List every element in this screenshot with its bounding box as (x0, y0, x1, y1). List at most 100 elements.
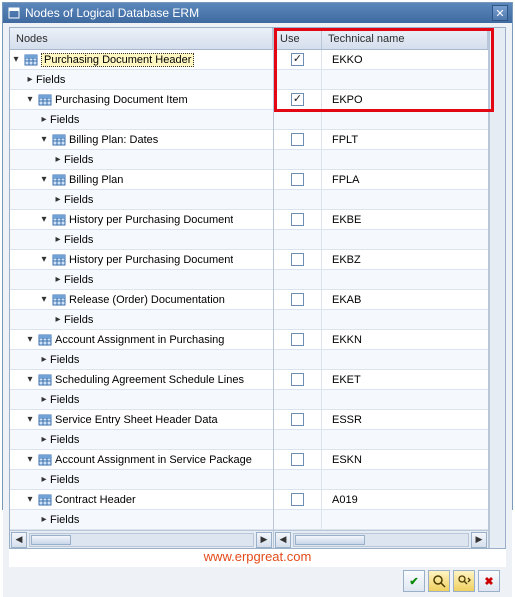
tree-row[interactable]: ▸Fields (10, 270, 273, 290)
node-label[interactable]: Fields (36, 74, 65, 86)
expand-icon[interactable]: ▸ (52, 274, 64, 286)
collapse-icon[interactable]: ▾ (24, 374, 36, 386)
collapse-icon[interactable]: ▾ (24, 454, 36, 466)
node-label[interactable]: Fields (64, 274, 93, 286)
tree-row[interactable]: ▸Fields (10, 310, 273, 330)
hscrollbar-right[interactable]: ◀ ▶ (274, 530, 488, 548)
collapse-icon[interactable]: ▾ (38, 254, 50, 266)
expand-icon[interactable]: ▸ (52, 194, 64, 206)
tree-row[interactable]: ▸Fields (10, 510, 273, 530)
node-label[interactable]: Fields (50, 474, 79, 486)
column-header-nodes[interactable]: Nodes (10, 28, 273, 49)
node-label[interactable]: Fields (50, 434, 79, 446)
node-label[interactable]: Fields (64, 154, 93, 166)
vscrollbar[interactable] (489, 28, 505, 548)
tree-row[interactable]: ▸Fields (10, 110, 273, 130)
tree-row[interactable]: ▾ Account Assignment in Service Package (10, 450, 273, 470)
tree-row[interactable]: ▾ Service Entry Sheet Header Data (10, 410, 273, 430)
collapse-icon[interactable]: ▾ (38, 214, 50, 226)
scroll-track[interactable] (29, 533, 254, 547)
collapse-icon[interactable]: ▾ (38, 134, 50, 146)
use-checkbox[interactable] (291, 493, 304, 506)
scroll-thumb[interactable] (295, 535, 365, 545)
node-label[interactable]: Account Assignment in Purchasing (55, 334, 224, 346)
use-checkbox[interactable] (291, 133, 304, 146)
expand-icon[interactable]: ▸ (52, 314, 64, 326)
expand-icon[interactable]: ▸ (52, 234, 64, 246)
accept-button[interactable]: ✔ (403, 570, 425, 592)
node-label[interactable]: History per Purchasing Document (69, 254, 233, 266)
node-label[interactable]: Billing Plan: Dates (69, 134, 158, 146)
scroll-track[interactable] (293, 533, 469, 547)
tree-row[interactable]: ▾ Contract Header (10, 490, 273, 510)
use-checkbox[interactable] (291, 293, 304, 306)
node-label[interactable]: Fields (50, 114, 79, 126)
expand-icon[interactable]: ▸ (38, 474, 50, 486)
column-header-tech[interactable]: Technical name (322, 28, 488, 49)
use-checkbox[interactable] (291, 373, 304, 386)
node-label[interactable]: Fields (50, 514, 79, 526)
tree-row[interactable]: ▾ Purchasing Document Header (10, 50, 273, 70)
tree-row[interactable]: ▾ Release (Order) Documentation (10, 290, 273, 310)
tree-row[interactable]: ▸Fields (10, 70, 273, 90)
close-icon[interactable]: ✕ (492, 5, 508, 21)
node-label[interactable]: Fields (50, 354, 79, 366)
find-next-button[interactable] (453, 570, 475, 592)
tree-row[interactable]: ▾ Scheduling Agreement Schedule Lines (10, 370, 273, 390)
node-label[interactable]: Release (Order) Documentation (69, 294, 225, 306)
cancel-button[interactable]: ✖ (478, 570, 500, 592)
tree-row[interactable]: ▾ Account Assignment in Purchasing (10, 330, 273, 350)
tree-row[interactable]: ▸Fields (10, 470, 273, 490)
node-label[interactable]: Purchasing Document Header (41, 53, 194, 67)
scroll-left-icon[interactable]: ◀ (11, 532, 27, 548)
use-checkbox[interactable] (291, 53, 304, 66)
collapse-icon[interactable]: ▾ (38, 294, 50, 306)
tree-row[interactable]: ▾ History per Purchasing Document (10, 250, 273, 270)
use-checkbox[interactable] (291, 453, 304, 466)
node-label[interactable]: Fields (64, 194, 93, 206)
node-label[interactable]: Purchasing Document Item (55, 94, 188, 106)
tree-row[interactable]: ▾ Billing Plan: Dates (10, 130, 273, 150)
node-label[interactable]: Scheduling Agreement Schedule Lines (55, 374, 244, 386)
tree-row[interactable]: ▾ Purchasing Document Item (10, 90, 273, 110)
collapse-icon[interactable]: ▾ (24, 94, 36, 106)
scroll-right-icon[interactable]: ▶ (471, 532, 487, 548)
hscrollbar-left[interactable]: ◀ ▶ (10, 530, 273, 548)
use-checkbox[interactable] (291, 253, 304, 266)
expand-icon[interactable]: ▸ (38, 434, 50, 446)
node-label[interactable]: Service Entry Sheet Header Data (55, 414, 218, 426)
collapse-icon[interactable]: ▾ (38, 174, 50, 186)
tree-row[interactable]: ▾ History per Purchasing Document (10, 210, 273, 230)
tree-row[interactable]: ▸Fields (10, 230, 273, 250)
node-label[interactable]: History per Purchasing Document (69, 214, 233, 226)
collapse-icon[interactable]: ▾ (24, 494, 36, 506)
node-label[interactable]: Fields (50, 394, 79, 406)
expand-icon[interactable]: ▸ (52, 154, 64, 166)
use-checkbox[interactable] (291, 413, 304, 426)
expand-icon[interactable]: ▸ (38, 114, 50, 126)
tree-row[interactable]: ▸Fields (10, 150, 273, 170)
use-checkbox[interactable] (291, 333, 304, 346)
collapse-icon[interactable]: ▾ (10, 54, 22, 66)
use-checkbox[interactable] (291, 213, 304, 226)
column-header-use[interactable]: Use (274, 28, 322, 49)
node-label[interactable]: Account Assignment in Service Package (55, 454, 252, 466)
collapse-icon[interactable]: ▾ (24, 334, 36, 346)
scroll-left-icon[interactable]: ◀ (275, 532, 291, 548)
node-label[interactable]: Contract Header (55, 494, 136, 506)
node-label[interactable]: Billing Plan (69, 174, 123, 186)
scroll-right-icon[interactable]: ▶ (256, 532, 272, 548)
use-checkbox[interactable] (291, 93, 304, 106)
find-button[interactable] (428, 570, 450, 592)
node-label[interactable]: Fields (64, 314, 93, 326)
expand-icon[interactable]: ▸ (38, 514, 50, 526)
collapse-icon[interactable]: ▾ (24, 414, 36, 426)
scroll-thumb[interactable] (31, 535, 71, 545)
use-checkbox[interactable] (291, 173, 304, 186)
titlebar[interactable]: Nodes of Logical Database ERM ✕ (3, 3, 512, 23)
tree-row[interactable]: ▸Fields (10, 190, 273, 210)
expand-icon[interactable]: ▸ (24, 74, 36, 86)
tree-row[interactable]: ▸Fields (10, 390, 273, 410)
tree-row[interactable]: ▸Fields (10, 350, 273, 370)
tree-row[interactable]: ▾ Billing Plan (10, 170, 273, 190)
